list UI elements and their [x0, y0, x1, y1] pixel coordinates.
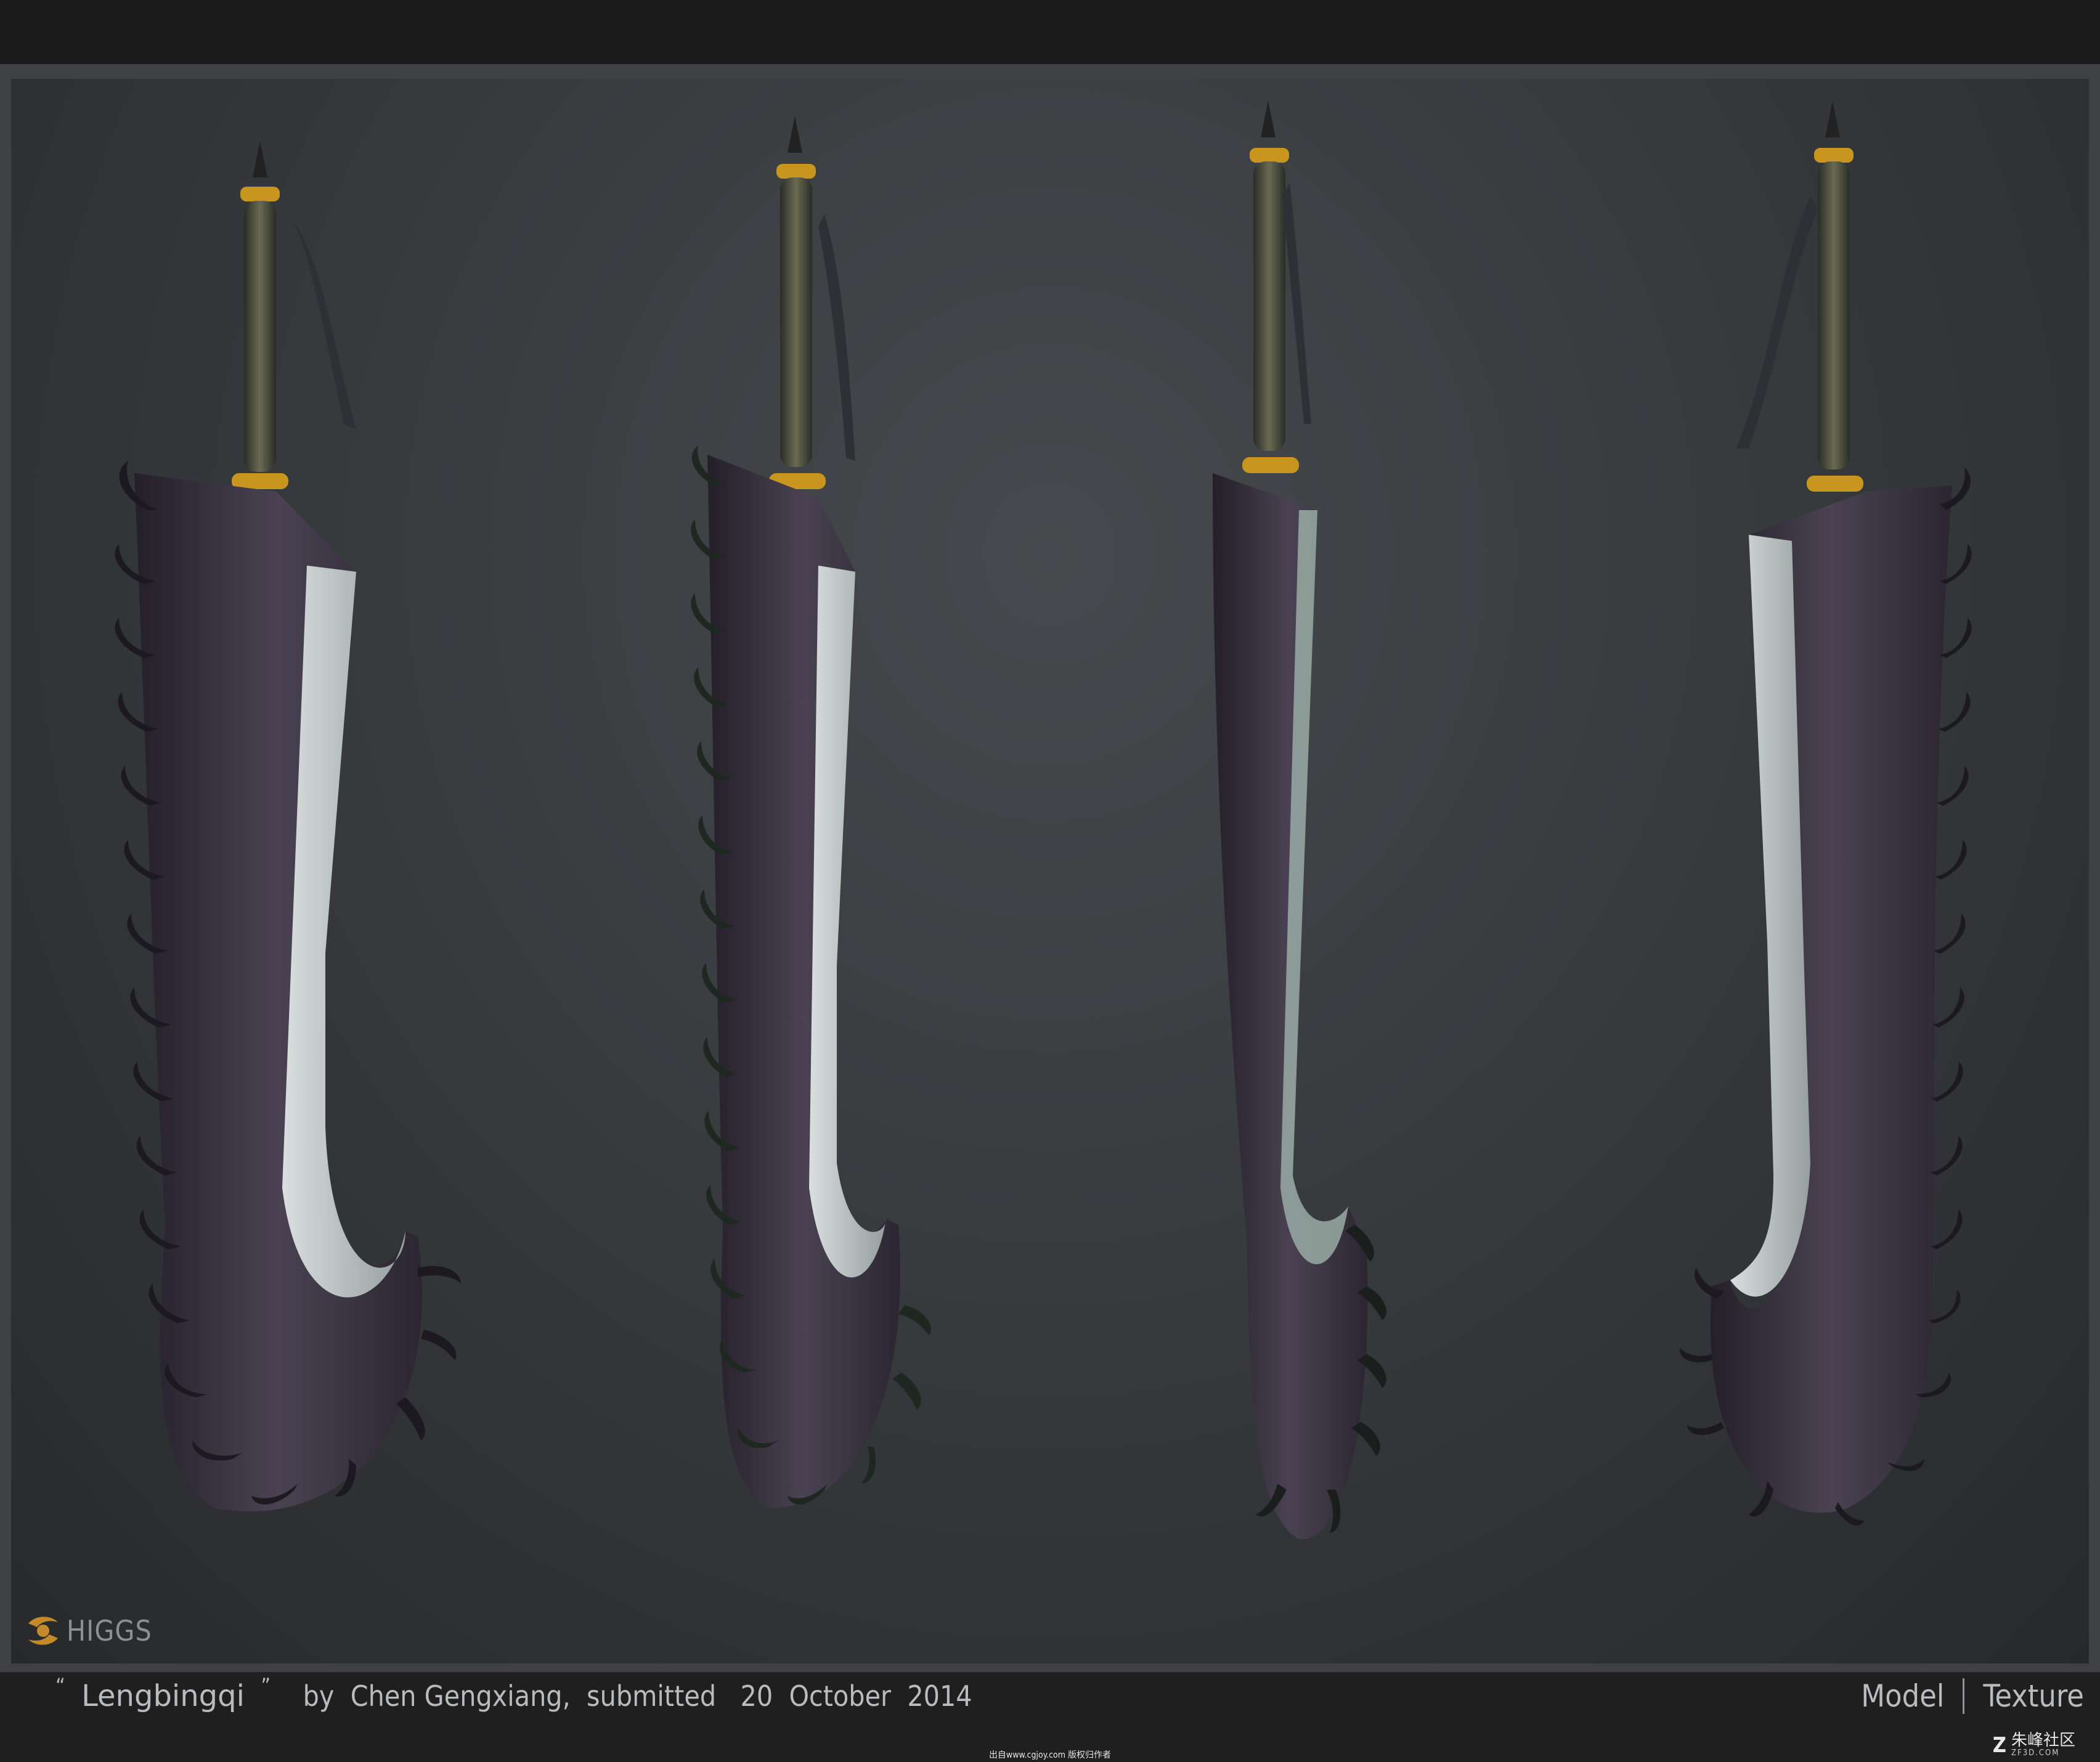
sword-2 [691, 116, 932, 1508]
source-credit: 出自www.cgjoy.com 版权归作者 [988, 1750, 1112, 1760]
nav-divider [1963, 1678, 1965, 1714]
sword-4 [1679, 100, 1972, 1526]
zf3d-logo-icon: Z [1992, 1732, 2006, 1758]
swords-render [115, 100, 1972, 1540]
submitted-date: 20 October 2014 [740, 1679, 972, 1713]
watermark-text: 朱峰社区 [2011, 1731, 2075, 1750]
close-quote: ” [261, 1674, 271, 1699]
render-stage [11, 79, 2089, 1663]
submitted-label: submitted [587, 1679, 717, 1713]
higgs-logo-icon [28, 1617, 58, 1645]
caption: “ Lengbingqi ” by Chen Gengxiang, submit… [55, 1672, 972, 1720]
view-nav: Model Texture [1861, 1672, 2084, 1720]
sword-3 [1213, 100, 1386, 1540]
author-name: Chen Gengxiang, [350, 1679, 571, 1713]
model-link[interactable]: Model [1861, 1678, 1944, 1714]
zf3d-watermark: Z 朱峰社区 ZF3D.COM [1993, 1732, 2075, 1758]
higgs-logo-text: HIGGS [67, 1614, 152, 1647]
open-quote: “ [55, 1674, 65, 1699]
top-bar [0, 0, 2100, 64]
by-label: by [303, 1679, 335, 1713]
higgs-logo: HIGGS [23, 1609, 152, 1652]
artwork-title: Lengbingqi [81, 1679, 245, 1713]
texture-link[interactable]: Texture [1983, 1678, 2084, 1714]
watermark-subtext: ZF3D.COM [2011, 1748, 2060, 1758]
sword-1 [115, 140, 461, 1512]
